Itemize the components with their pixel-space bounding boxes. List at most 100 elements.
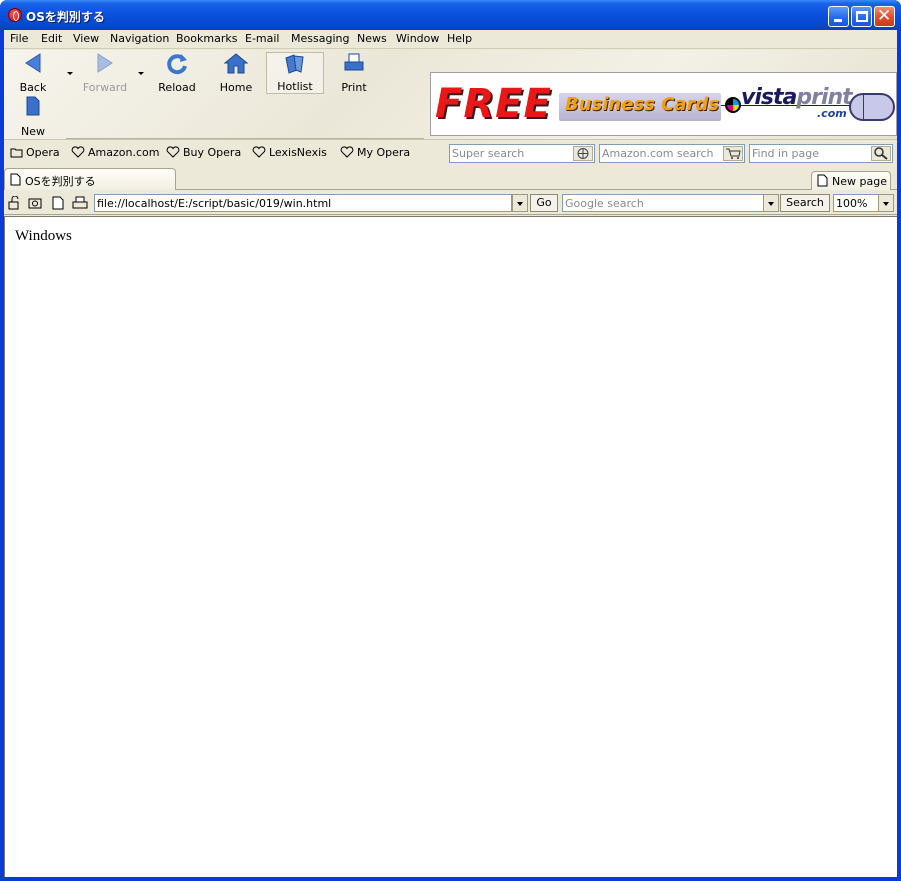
main-toolbar: Back Forward Reload Home Hotlist Print N…: [4, 50, 897, 140]
back-arrow-icon: [25, 53, 41, 73]
url-field[interactable]: file://localhost/E:/script/basic/019/win…: [94, 194, 512, 212]
tab-active[interactable]: OSを判別する: [4, 168, 176, 190]
super-search-button[interactable]: [573, 146, 593, 161]
mouse-icon: [849, 93, 895, 121]
opera-logo-icon: [8, 8, 22, 22]
new-page-icon: [817, 174, 828, 187]
google-search-placeholder: Google search: [565, 197, 644, 210]
back-dropdown-icon[interactable]: [67, 72, 73, 75]
reload-button[interactable]: Reload: [148, 52, 206, 94]
wand-icon[interactable]: [28, 196, 42, 210]
reload-label: Reload: [158, 81, 196, 94]
back-label: Back: [19, 81, 47, 94]
menu-navigation[interactable]: Navigation: [110, 32, 169, 45]
bookmark-my-opera[interactable]: My Opera: [340, 146, 410, 159]
page-body-text: Windows: [15, 228, 72, 244]
find-in-page-placeholder: Find in page: [752, 147, 820, 160]
url-value: file://localhost/E:/script/basic/019/win…: [97, 197, 332, 210]
zoom-field[interactable]: 100%: [833, 194, 879, 212]
print-preview-icon[interactable]: [72, 196, 88, 210]
search-button[interactable]: Search: [780, 194, 830, 212]
maximize-button[interactable]: [851, 6, 872, 27]
menu-view[interactable]: View: [73, 32, 99, 45]
title-bar[interactable]: OSを判別する ✕: [0, 0, 901, 30]
go-button[interactable]: Go: [530, 194, 558, 212]
address-bar: file://localhost/E:/script/basic/019/win…: [4, 191, 897, 215]
amazon-search-button[interactable]: [723, 146, 743, 161]
hotlist-label: Hotlist: [277, 80, 313, 93]
home-button[interactable]: Home: [207, 52, 265, 94]
print-label: Print: [341, 81, 367, 94]
bookmark-label: Buy Opera: [183, 146, 242, 159]
print-button[interactable]: Print: [325, 52, 383, 94]
printer-icon: [344, 53, 364, 71]
document-icon: [10, 173, 21, 186]
menu-messaging[interactable]: Messaging: [291, 32, 349, 45]
menu-news[interactable]: News: [357, 32, 387, 45]
menu-edit[interactable]: Edit: [41, 32, 62, 45]
find-button[interactable]: [871, 146, 891, 161]
new-page-label: New page: [832, 175, 887, 188]
hotlist-button[interactable]: Hotlist: [266, 52, 324, 94]
close-button[interactable]: ✕: [874, 6, 895, 27]
page-info-icon[interactable]: [52, 196, 64, 210]
hotlist-icon: [285, 54, 304, 74]
heart-icon: [252, 146, 266, 158]
new-label: New: [21, 125, 45, 138]
menu-bookmarks[interactable]: Bookmarks: [176, 32, 237, 45]
maximize-icon: [856, 11, 868, 22]
forward-dropdown-icon[interactable]: [138, 72, 144, 75]
menu-window[interactable]: Window: [396, 32, 439, 45]
bookmark-label: LexisNexis: [269, 146, 327, 159]
forward-label: Forward: [82, 81, 128, 94]
banner-com-text: .com: [817, 107, 847, 120]
bookmark-buy-opera[interactable]: Buy Opera: [166, 146, 241, 159]
personal-bar: Opera Amazon.com Buy Opera LexisNexis My…: [4, 141, 897, 165]
bookmark-opera[interactable]: Opera: [10, 146, 60, 159]
banner-free-text: FREE: [435, 81, 552, 127]
search-engine-dropdown[interactable]: [763, 194, 779, 212]
shopping-cart-icon: [726, 148, 741, 159]
google-search-field[interactable]: Google search: [562, 194, 764, 212]
new-page-tab-button[interactable]: New page: [811, 171, 891, 190]
menu-email[interactable]: E-mail: [245, 32, 280, 45]
minimize-button[interactable]: [828, 6, 849, 27]
folder-icon: [10, 148, 23, 158]
vista-text: vista: [741, 85, 797, 110]
bookmark-label: Amazon.com: [88, 146, 160, 159]
super-search-field[interactable]: Super search: [449, 144, 595, 163]
heart-icon: [340, 146, 354, 158]
banner-business-cards-text: Business Cards: [565, 94, 719, 115]
heart-icon: [71, 146, 85, 158]
amazon-search-placeholder: Amazon.com search: [602, 147, 714, 160]
new-document-icon: [26, 96, 40, 116]
vistaprint-target-icon: [725, 97, 741, 113]
advertisement-banner[interactable]: FREE Business Cards vistaprint .com: [430, 72, 897, 136]
zoom-dropdown[interactable]: [878, 194, 894, 212]
bookmark-amazon[interactable]: Amazon.com: [71, 146, 159, 159]
zoom-value: 100%: [836, 197, 868, 210]
bookmark-lexisnexis[interactable]: LexisNexis: [252, 146, 327, 159]
amazon-search-field[interactable]: Amazon.com search: [599, 144, 745, 163]
browser-window: OSを判別する ✕ File Edit View Navigation Book…: [0, 0, 901, 881]
back-button[interactable]: Back: [4, 52, 62, 94]
bookmark-label: My Opera: [357, 146, 411, 159]
minimize-icon: [834, 19, 842, 22]
menu-help[interactable]: Help: [447, 32, 472, 45]
new-page-button[interactable]: New: [4, 96, 62, 138]
url-history-dropdown[interactable]: [512, 194, 528, 212]
forward-button[interactable]: Forward: [76, 52, 134, 94]
heart-icon: [166, 146, 180, 158]
lock-icon[interactable]: [7, 196, 21, 210]
home-label: Home: [219, 81, 253, 94]
bookmark-label: Opera: [26, 146, 60, 159]
close-icon: ✕: [877, 6, 892, 26]
forward-arrow-icon: [97, 53, 113, 73]
tab-label: OSを判別する: [25, 175, 96, 188]
browser-client: File Edit View Navigation Bookmarks E-ma…: [4, 30, 897, 877]
menu-file[interactable]: File: [10, 32, 28, 45]
home-icon: [224, 53, 248, 74]
reload-icon: [167, 54, 187, 75]
page-content: Windows: [4, 216, 897, 877]
find-in-page-field[interactable]: Find in page: [749, 144, 893, 163]
